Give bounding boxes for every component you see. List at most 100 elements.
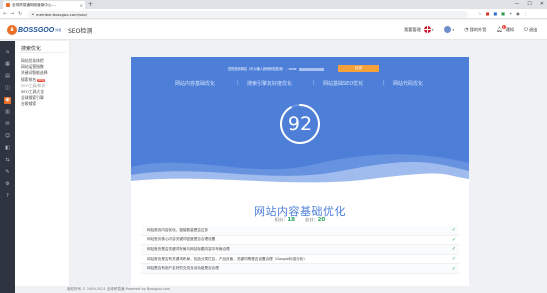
- detect-url-value: [299, 67, 325, 71]
- notice-label: 通知: [505, 26, 514, 32]
- score-label: 总分：: [305, 217, 318, 222]
- submenu-list: 网站优化体检 网站运营指数 关键词智能选择 搜索排名 NEW SEO工具/知识 SEO工具大…: [21, 58, 48, 108]
- step-tab[interactable]: 搜索引擎友好度优化: [247, 80, 292, 87]
- user-icon[interactable]: ☺: [4, 133, 11, 140]
- check-text: 网站首页是否有关键词布局，包括分类栏目，产品页面，关键词等是否设置合理（Goog…: [147, 256, 308, 261]
- header-actions: 我要管理 ▾ ▾ ◔ 我的外贸 🔔︎ 1 通知 ⏻ 退出: [404, 25, 537, 33]
- check-text: 网站首页是否关键词布局与网站标题内容中布局合理: [147, 246, 230, 251]
- submenu-item-label: 网站运营指数: [21, 64, 44, 70]
- tool-icon[interactable]: ✎: [4, 169, 11, 176]
- section-score: 扣分：18 总分：20: [131, 217, 469, 223]
- power-icon: ⏻: [523, 26, 528, 33]
- forward-icon[interactable]: →: [10, 10, 14, 18]
- url-field[interactable]: 🔒︎ member.bossgoo.com/seo/: [28, 10, 468, 18]
- share-icon[interactable]: ⇆: [4, 157, 11, 164]
- check-icon: ✓: [451, 246, 457, 253]
- browser-tab-bar: 全球贸易通网络营销中心-... × + — ☐ ✕: [0, 0, 547, 9]
- extension-green-icon[interactable]: ■: [501, 10, 505, 18]
- browser-tab[interactable]: 全球贸易通网络营销中心-... ×: [3, 1, 85, 9]
- submenu-item-label: SEO工具大全: [21, 88, 44, 94]
- settings-icon[interactable]: ⚙: [4, 181, 11, 188]
- user-menu[interactable]: ▾: [443, 26, 454, 33]
- submenu-item-label: 搜索排名: [21, 76, 37, 82]
- seo-icon[interactable]: ◉: [4, 97, 11, 104]
- bossgoo-logo[interactable]: B BOSSGOO 外贸: [7, 25, 61, 35]
- logo-sup: 外贸: [55, 28, 62, 32]
- home-icon[interactable]: ⌂: [4, 49, 11, 56]
- avatar: [443, 26, 451, 33]
- step-separator-icon: |: [383, 80, 385, 86]
- mail-icon[interactable]: ✉: [4, 121, 11, 128]
- check-icon: ✓: [451, 256, 457, 263]
- close-window-icon[interactable]: ✕: [540, 0, 544, 9]
- score-hero: 您的检测网站（可以输入其他网站检测）：www. 检测 网站内容基础优化 | 搜索引擎…: [131, 57, 469, 189]
- step-tab[interactable]: 网站基础SEO优化: [323, 80, 363, 87]
- account-icon: ◔: [464, 26, 469, 33]
- step-separator-icon: |: [313, 80, 315, 86]
- tab-title: 全球贸易通网络营销中心-...: [12, 2, 57, 7]
- submenu-item-label: 全球搜索引擎: [21, 95, 44, 101]
- tab-close-icon[interactable]: ×: [80, 3, 83, 8]
- star-icon[interactable]: ☆: [478, 10, 482, 18]
- document-icon[interactable]: ▤: [4, 73, 11, 80]
- profile-icon[interactable]: ●: [516, 10, 520, 18]
- submenu-item-label: SEO工具/知识: [21, 82, 46, 88]
- logout-label: 退出: [528, 26, 538, 32]
- product-icon[interactable]: ◫: [4, 85, 11, 92]
- check-icon: ✓: [451, 227, 457, 234]
- step-tab[interactable]: 网站代码优化: [393, 80, 423, 87]
- extension-puzzle-icon[interactable]: ✦: [509, 10, 512, 18]
- extension-red-icon[interactable]: ■: [486, 10, 490, 18]
- page-title: SEO检测: [68, 28, 93, 35]
- check-text: 网站首页核心内容关键词密度是否合理设置: [147, 237, 216, 242]
- window-controls: — ☐ ✕: [514, 0, 544, 9]
- detect-url-input[interactable]: 您的检测网站（可以输入其他网站检测）：www.: [228, 66, 332, 71]
- submenu-title: 搜索优化: [21, 46, 42, 52]
- submenu-item[interactable]: 谷歌搜索: [21, 101, 48, 107]
- address-bar: ← → ↻ 🔒︎ member.bossgoo.com/seo/ ☆ ■ ■ ■…: [0, 9, 547, 19]
- back-icon[interactable]: ←: [3, 10, 7, 18]
- submenu-item-label: 谷歌搜索: [21, 101, 37, 107]
- chart-icon[interactable]: ▥: [4, 109, 11, 116]
- hero-waves: [131, 154, 469, 189]
- notice-link[interactable]: 🔔︎ 1 通知: [496, 25, 514, 33]
- language-flag-icon[interactable]: [423, 26, 431, 33]
- new-badge: NEW: [37, 78, 46, 82]
- submenu-item-label: 关键词智能选择: [21, 70, 48, 76]
- logo-text: BOSSGOO: [18, 26, 55, 34]
- browser-menu-icon[interactable]: ⋮: [524, 10, 528, 18]
- grid-icon[interactable]: ▦: [4, 61, 11, 68]
- my-account-link[interactable]: ◔ 我的外贸: [464, 27, 486, 33]
- check-text: 网站是否有用户友好的交流互动功能是否合理: [147, 266, 219, 271]
- url-text: member.bossgoo.com/seo/: [35, 11, 88, 17]
- logout-link[interactable]: ⏻ 退出: [524, 27, 537, 33]
- minimize-icon[interactable]: —: [514, 0, 519, 9]
- detect-url-prefix: 您的检测网站（可以输入其他网站检测）：www.: [228, 67, 298, 71]
- reload-icon[interactable]: ↻: [18, 10, 22, 18]
- check-icon: ✓: [451, 265, 457, 272]
- extension-blue-icon[interactable]: ■: [493, 10, 497, 18]
- chevron-down-icon[interactable]: ▾: [432, 28, 434, 32]
- app-header: B BOSSGOO 外贸 SEO检测 我要管理 ▾ ▾ ◔ 我的外贸 🔔︎ 1 …: [0, 20, 547, 40]
- step-tab[interactable]: 网站内容基础优化: [175, 80, 215, 87]
- check-icon: ✓: [451, 236, 457, 243]
- site-favicon-icon: [6, 3, 10, 7]
- detect-button[interactable]: 检测: [338, 65, 379, 72]
- extensions-bar: ☆ ■ ■ ■ ✦ ● ⋮: [478, 10, 528, 18]
- seo-report-panel: 您的检测网站（可以输入其他网站检测）：www. 检测 网站内容基础优化 | 搜索引擎…: [131, 57, 469, 292]
- seo-submenu: 搜索优化 网站优化体检 网站运营指数 关键词智能选择 搜索排名 NEW SEO工具/知识 S…: [15, 41, 70, 286]
- site-manage-link[interactable]: 我要管理: [404, 27, 421, 33]
- deduct-label: 扣分：: [274, 217, 288, 222]
- check-text: 网站首页内容优化，链接数量是否过多: [147, 227, 209, 232]
- score-value: 92: [287, 113, 313, 135]
- check-row: 网站首页核心内容关键词密度是否合理设置 ✓: [141, 236, 459, 246]
- new-tab-button[interactable]: +: [88, 1, 93, 8]
- maximize-icon[interactable]: ☐: [527, 0, 531, 9]
- check-row: 网站是否有用户友好的交流互动功能是否合理 ✓: [141, 264, 459, 274]
- help-icon[interactable]: ?: [4, 193, 11, 200]
- total-score-value: 20: [317, 217, 326, 223]
- divider: [19, 52, 66, 53]
- check-row: 网站首页是否有关键词布局，包括分类栏目，产品页面，关键词等是否设置合理（Goog…: [141, 255, 459, 265]
- ads-icon[interactable]: ◧: [4, 145, 11, 152]
- check-list: 网站首页内容优化，链接数量是否过多 ✓ 网站首页核心内容关键词密度是否合理设置 ✓ 网站…: [141, 226, 459, 274]
